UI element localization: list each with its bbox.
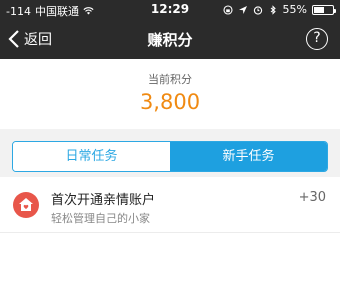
rotation-lock-icon [222,4,233,15]
home-heart-glyph [19,198,33,211]
task-tabs: 日常任务 新手任务 [12,141,328,172]
help-button[interactable]: ? [306,28,328,50]
location-icon [238,5,247,14]
tab-beginner-tasks[interactable]: 新手任务 [170,142,327,171]
tab-daily-tasks[interactable]: 日常任务 [13,142,170,171]
task-title: 首次开通亲情账户 [51,193,156,208]
points-value: 3,800 [139,90,201,114]
bluetooth-icon [270,4,276,15]
task-list-item[interactable]: 首次开通亲情账户 轻松管理自己的小家 +30 [0,177,340,233]
task-reward: +30 [298,190,326,205]
alarm-icon [253,5,262,15]
home-heart-icon [13,192,39,218]
status-right: 55% [222,3,336,16]
page-title: 赚积分 [147,31,193,49]
status-bar: -114 中国联通 12:29 55% [0,0,340,19]
battery-icon [312,4,336,15]
empty-area [0,233,340,294]
battery-level [314,6,324,13]
points-summary: 当前积分 3,800 [0,59,340,129]
battery-percent: 55% [282,3,307,16]
top-bar: -114 中国联通 12:29 55% 返回 赚积分 ? [0,0,340,59]
task-subtitle: 轻松管理自己的小家 [51,212,150,225]
navigation-bar: 返回 赚积分 ? [0,19,340,59]
points-label: 当前积分 [148,73,192,86]
